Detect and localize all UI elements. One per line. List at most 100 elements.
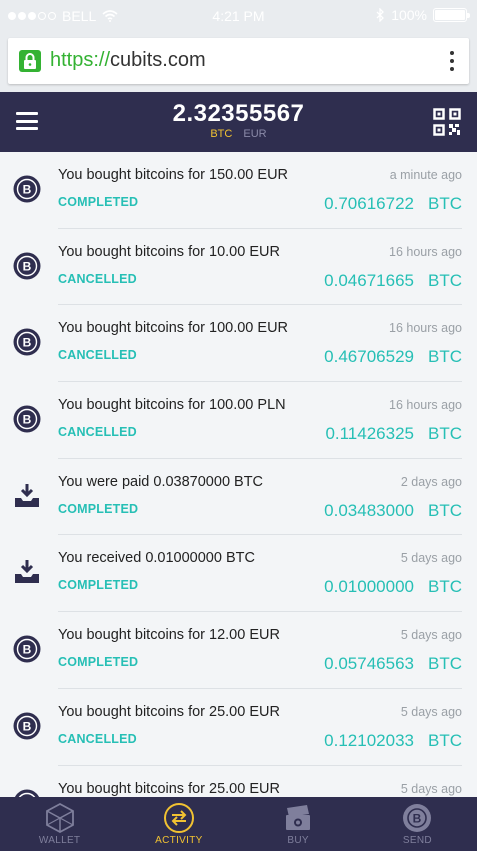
activity-amount: 0.05746563 BTC: [324, 654, 462, 674]
activity-title: You bought bitcoins for 150.00 EUR: [58, 167, 289, 183]
nav-send[interactable]: B SEND: [358, 797, 477, 851]
activity-amount-value: 0.03483000: [324, 500, 414, 520]
activity-status: CANCELLED: [58, 271, 137, 286]
svg-text:B: B: [23, 643, 32, 657]
nav-activity[interactable]: ACTIVITY: [119, 797, 238, 851]
bitcoin-icon: B: [13, 252, 41, 280]
activity-amount: 0.03483000 BTC: [324, 501, 462, 521]
activity-amount: 0.12102033 BTC: [324, 731, 462, 751]
activity-amount-value: 0.11426325: [325, 424, 414, 444]
buy-icon: [286, 805, 311, 830]
battery-icon: [433, 8, 470, 22]
qr-code-icon[interactable]: [433, 108, 461, 136]
activity-time: 5 days ago: [400, 781, 462, 796]
svg-text:B: B: [23, 182, 32, 196]
activity-row[interactable]: B You bought bitcoins for 10.00 EUR 16 hou…: [0, 229, 477, 306]
activity-row[interactable]: B You bought bitcoins for 12.00 EUR 5 days…: [0, 612, 477, 689]
activity-title: You bought bitcoins for 100.00 PLN: [58, 397, 286, 414]
activity-amount: 0.11426325 BTC: [325, 424, 462, 444]
activity-status: COMPLETED: [58, 195, 139, 209]
activity-row[interactable]: You received 0.01000000 BTC 5 days ago COM…: [0, 535, 477, 612]
activity-time: 16 hours ago: [389, 244, 462, 259]
activity-amount: 0.01000000 BTC: [324, 577, 462, 597]
bitcoin-icon: B: [13, 328, 41, 356]
activity-time: 5 days ago: [400, 704, 462, 719]
activity-title: You bought bitcoins for 100.00 EUR: [58, 320, 289, 337]
activity-amount-value: 0.04671665: [324, 270, 414, 290]
activity-amount-currency: BTC: [428, 730, 462, 750]
svg-text:B: B: [23, 412, 32, 426]
activity-title: You bought bitcoins for 10.00 EUR: [58, 243, 280, 260]
nav-wallet[interactable]: WALLET: [0, 797, 119, 851]
bitcoin-icon: B: [13, 405, 41, 433]
currency-btc-toggle[interactable]: BTC: [210, 128, 232, 140]
activity-title: You bought bitcoins for 25.00 EUR: [58, 780, 280, 797]
nav-wallet-label: WALLET: [38, 835, 81, 846]
activity-status: CANCELLED: [58, 425, 137, 440]
activity-amount-value: 0.70616722: [324, 194, 414, 213]
activity-amount-value: 0.01000000: [324, 577, 414, 597]
svg-text:B: B: [23, 259, 32, 273]
activity-time: 5 days ago: [400, 628, 462, 643]
address-bar[interactable]: https://cubits.com: [8, 38, 469, 84]
bitcoin-icon: B: [13, 712, 41, 740]
lock-icon: [19, 50, 41, 72]
activity-time: 5 days ago: [400, 551, 462, 566]
activity-time: 16 hours ago: [389, 398, 462, 413]
activity-icon: [163, 803, 194, 833]
activity-title: You were paid 0.03870000 BTC: [58, 473, 264, 490]
svg-text:B: B: [23, 336, 32, 350]
activity-amount-currency: BTC: [428, 654, 462, 674]
bitcoin-icon: B: [13, 789, 41, 797]
activity-row[interactable]: You were paid 0.03870000 BTC 2 days ago CO…: [0, 459, 477, 536]
activity-amount: 0.04671665 BTC: [324, 271, 462, 291]
currency-switcher: BTC EUR: [0, 128, 477, 140]
app-header: 2.32355567 BTC EUR: [0, 92, 477, 152]
activity-amount-currency: BTC: [428, 347, 462, 367]
activity-amount-currency: BTC: [428, 577, 462, 597]
browser-toolbar: https://cubits.com: [0, 32, 477, 92]
activity-list[interactable]: B You bought bitcoins for 150.00 EUR a min…: [0, 152, 477, 797]
activity-row[interactable]: B You bought bitcoins for 25.00 EUR 5 days…: [0, 689, 477, 766]
activity-time: 2 days ago: [400, 474, 462, 489]
svg-text:B: B: [413, 812, 422, 826]
url-text[interactable]: https://cubits.com: [50, 49, 206, 72]
nav-buy[interactable]: BUY: [239, 797, 358, 851]
activity-row[interactable]: B You bought bitcoins for 150.00 EUR a min…: [0, 152, 477, 229]
activity-row[interactable]: B You bought bitcoins for 25.00 EUR 5 days…: [0, 766, 477, 797]
send-icon: B: [403, 804, 432, 832]
receive-icon: [13, 558, 41, 586]
wallet-icon: [45, 802, 74, 834]
url-scheme: https://: [50, 49, 111, 71]
activity-time: a minute ago: [389, 168, 462, 182]
status-bar: BELL 4:21 PM 100%: [0, 0, 477, 32]
bottom-navigation: WALLET ACTIVITY BUY B SEND: [0, 797, 477, 851]
activity-title: You bought bitcoins for 12.00 EUR: [58, 627, 280, 644]
bitcoin-icon: B: [13, 175, 41, 203]
activity-amount-value: 0.05746563: [324, 654, 414, 674]
activity-row[interactable]: B You bought bitcoins for 100.00 PLN 16 ho…: [0, 382, 477, 459]
activity-amount: 0.46706529 BTC: [324, 347, 462, 367]
svg-text:B: B: [23, 719, 32, 733]
nav-send-label: SEND: [402, 835, 432, 846]
wallet-balance: 2.32355567: [172, 100, 305, 127]
activity-time: 16 hours ago: [389, 321, 462, 336]
activity-status: COMPLETED: [58, 501, 139, 516]
activity-status: COMPLETED: [58, 655, 139, 670]
currency-eur-toggle[interactable]: EUR: [243, 128, 266, 140]
nav-activity-label: ACTIVITY: [155, 835, 203, 846]
activity-title: You bought bitcoins for 25.00 EUR: [58, 703, 280, 720]
activity-amount-value: 0.12102033: [324, 730, 414, 750]
activity-row[interactable]: B You bought bitcoins for 100.00 EUR 16 ho…: [0, 305, 477, 382]
status-right: 100%: [376, 7, 470, 23]
activity-status: COMPLETED: [58, 578, 139, 593]
activity-amount-currency: BTC: [428, 194, 462, 213]
activity-status: CANCELLED: [58, 348, 137, 363]
url-host: cubits.com: [110, 49, 206, 71]
activity-status: CANCELLED: [58, 731, 137, 746]
bluetooth-icon: [376, 8, 385, 22]
activity-amount-value: 0.46706529: [324, 347, 414, 367]
activity-amount-currency: BTC: [428, 424, 462, 444]
browser-menu-icon[interactable]: [449, 51, 455, 71]
activity-amount-currency: BTC: [428, 270, 462, 290]
